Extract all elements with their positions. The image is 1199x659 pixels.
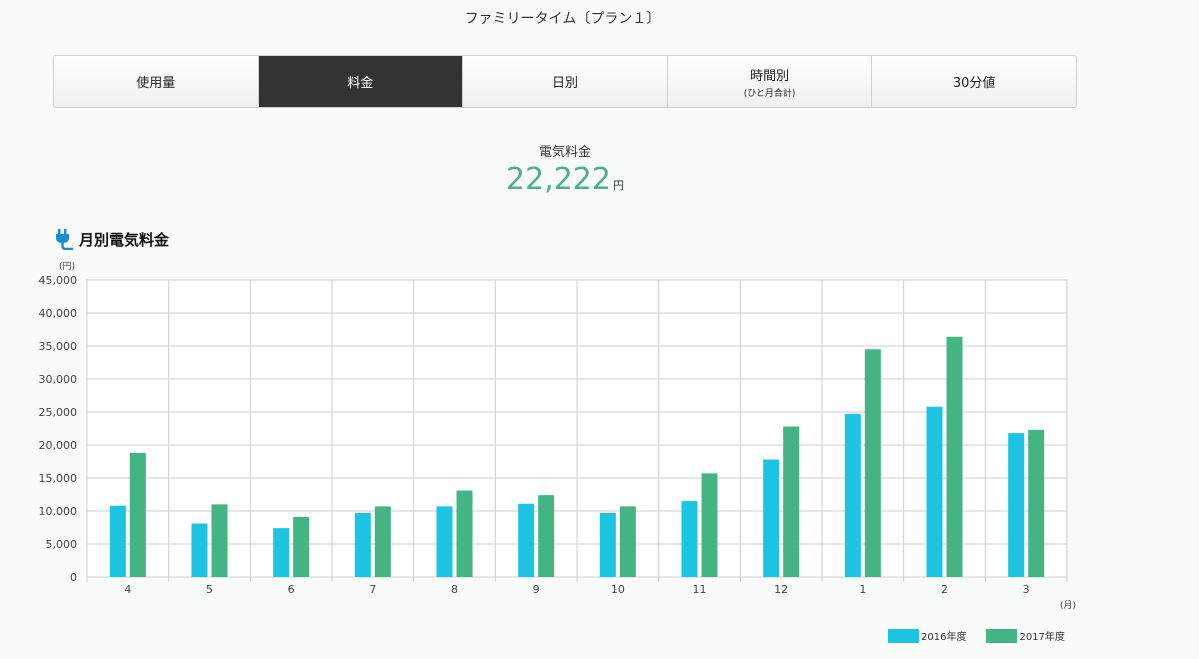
legend-label-2016: 2016年度 [921, 632, 967, 643]
monthly-charge-chart: 0 5,000 10,000 15,000 20,000 25,000 30,000 35,0… [39, 261, 1077, 611]
x-tick-label: 9 [533, 583, 540, 596]
tab-daily[interactable]: 日別 [463, 56, 668, 107]
tab-hourly-sublabel: (ひと月合計) [743, 88, 796, 99]
y-axis-unit: (円) [59, 261, 75, 272]
x-tick-label: 5 [206, 583, 213, 596]
bar-2016-10 [599, 512, 616, 577]
bar-2016-6 [273, 528, 290, 577]
tab-30min-label: 30分値 [952, 76, 996, 91]
bar-2017-8 [456, 490, 473, 577]
x-tick-label: 11 [693, 583, 707, 596]
tab-hourly[interactable]: 時間別 (ひと月合計) [668, 56, 873, 107]
bar-2016-2 [926, 406, 943, 577]
tab-30min[interactable]: 30分値 [872, 56, 1076, 107]
y-tick-label: 5,000 [46, 538, 78, 551]
tab-usage-label: 使用量 [136, 76, 176, 91]
y-tick-label: 20,000 [39, 439, 78, 452]
legend-item-2017[interactable]: 2017年度 [986, 628, 1065, 643]
bar-2016-4 [109, 505, 126, 577]
x-tick-label: 4 [124, 583, 131, 596]
bar-2016-12 [763, 459, 780, 577]
view-tabs: 使用量 料金 日別 時間別 (ひと月合計) 30分値 [53, 55, 1077, 108]
x-tick-label: 8 [451, 583, 458, 596]
section-title: 月別電気料金 [79, 230, 170, 249]
plan-title: ファミリータイム〔プラン１〕 [464, 11, 661, 27]
x-tick-label: 12 [774, 583, 788, 596]
x-tick-label: 10 [611, 583, 625, 596]
x-tick-label: 1 [859, 583, 866, 596]
bar-2017-3 [1028, 429, 1045, 577]
bar-2017-9 [538, 495, 555, 577]
bar-2016-11 [681, 501, 698, 577]
legend-swatch-2016 [888, 628, 919, 643]
bar-2017-1 [864, 349, 881, 577]
summary-value-block: 22,222 円 [0, 162, 1130, 197]
y-tick-label: 45,000 [39, 274, 78, 287]
summary-label: 電気料金 [538, 145, 591, 160]
x-tick-label: 2 [941, 583, 948, 596]
bar-2017-2 [946, 336, 963, 577]
y-tick-label: 25,000 [39, 406, 78, 419]
bar-2016-7 [354, 512, 371, 577]
bar-2016-8 [436, 506, 453, 577]
bar-2017-12 [783, 426, 800, 577]
tab-charge[interactable]: 料金 [258, 56, 464, 107]
tab-usage[interactable]: 使用量 [54, 56, 259, 107]
tab-charge-label: 料金 [347, 76, 374, 91]
legend-item-2016[interactable]: 2016年度 [888, 628, 966, 643]
tab-daily-label: 日別 [551, 76, 578, 91]
bar-2017-7 [374, 506, 391, 577]
y-tick-label: 30,000 [39, 373, 78, 386]
bar-2016-5 [191, 523, 208, 577]
x-axis-unit: (月) [1060, 600, 1076, 611]
x-tick-label: 6 [288, 583, 295, 596]
bar-2016-3 [1008, 433, 1025, 577]
x-tick-label: 7 [369, 583, 376, 596]
legend-label-2017: 2017年度 [1019, 632, 1065, 643]
y-tick-label: 35,000 [39, 340, 78, 353]
section-header: 月別電気料金 [55, 228, 169, 250]
plug-icon [56, 229, 73, 250]
summary-value: 22,222 [506, 162, 611, 197]
bar-2017-11 [701, 473, 718, 577]
bar-2017-4 [129, 452, 146, 577]
y-tick-label: 0 [70, 571, 77, 584]
tab-hourly-label: 時間別 [750, 68, 790, 84]
bar-2016-9 [518, 503, 535, 577]
y-tick-label: 15,000 [39, 472, 78, 485]
bar-2017-10 [619, 506, 636, 577]
bar-2016-1 [844, 413, 861, 577]
bar-2017-5 [211, 504, 228, 577]
legend-swatch-2017 [986, 628, 1018, 643]
y-tick-label: 10,000 [39, 505, 78, 518]
y-tick-label: 40,000 [39, 307, 78, 320]
chart-legend: 2016年度 2017年度 [888, 628, 1085, 643]
summary-unit: 円 [612, 179, 624, 192]
x-tick-label: 3 [1023, 583, 1030, 596]
bar-2017-6 [293, 516, 310, 577]
